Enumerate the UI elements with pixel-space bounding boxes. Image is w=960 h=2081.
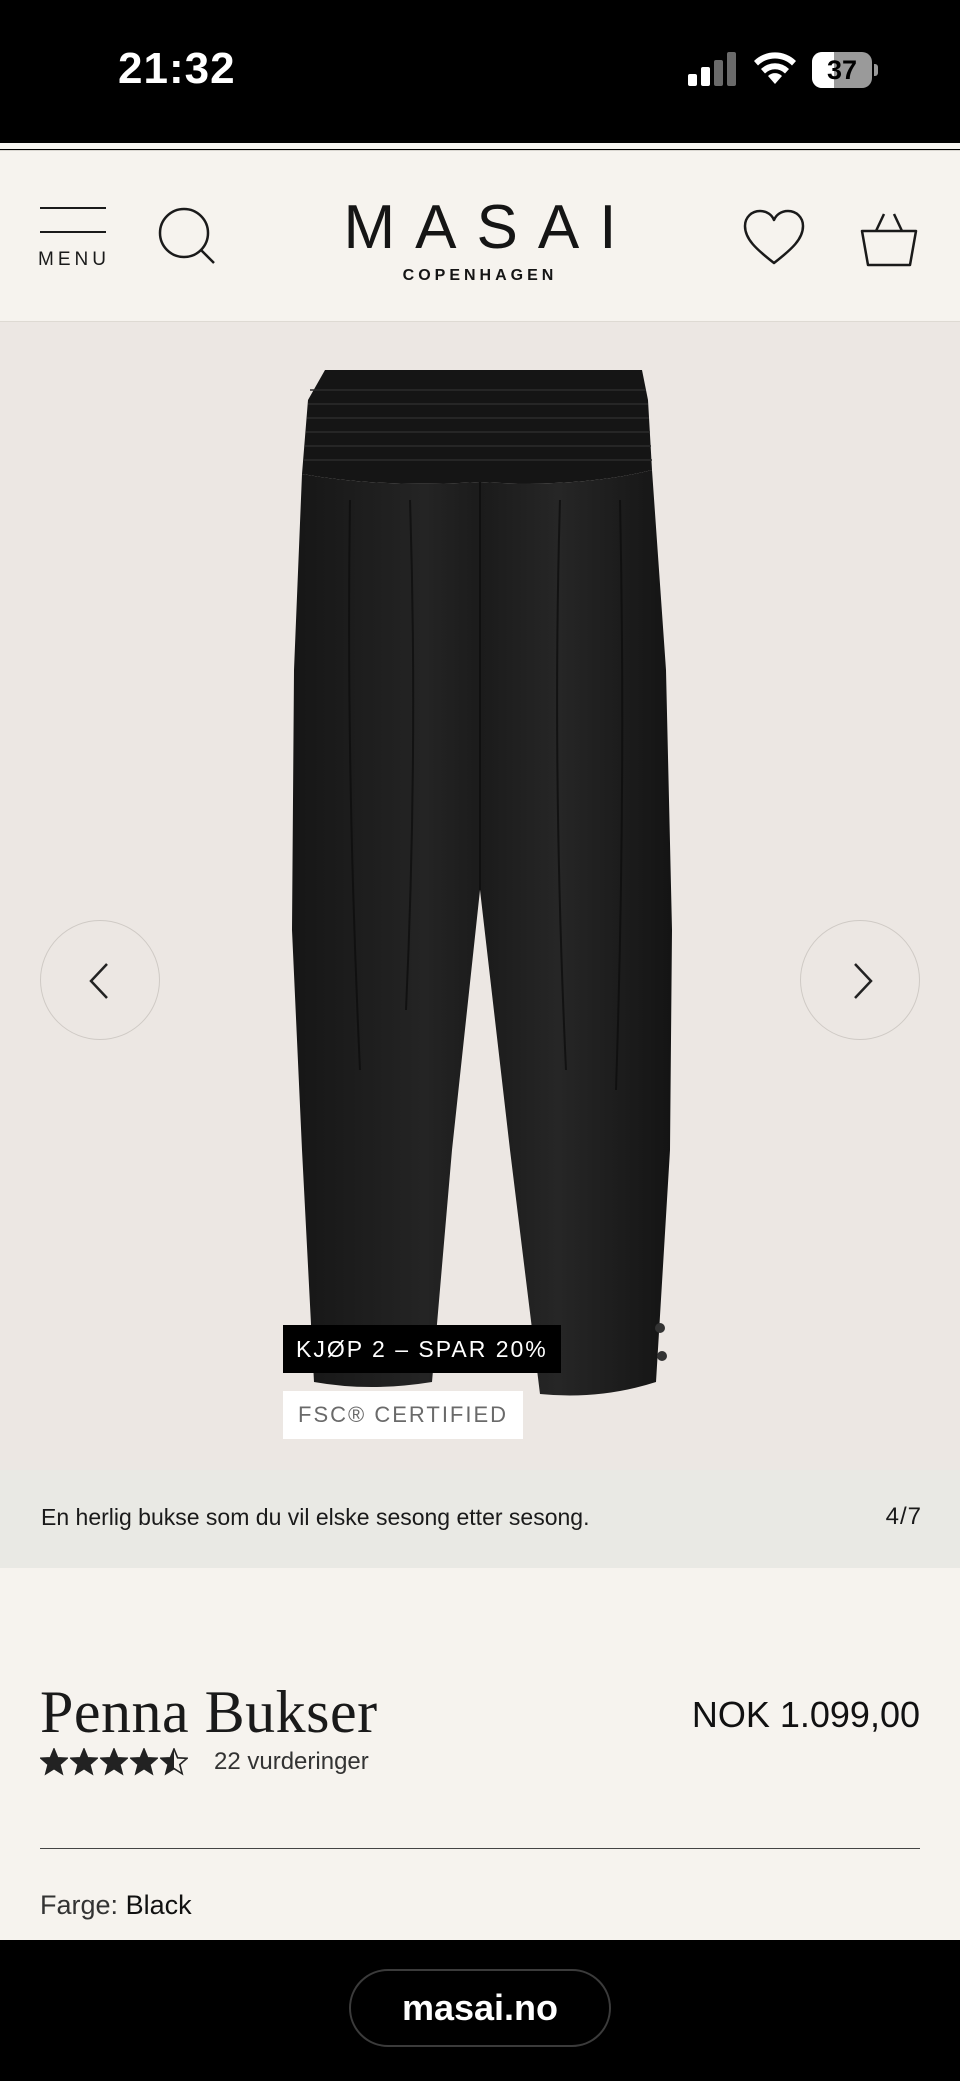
site-header: MENU MASAI COPENHAGEN: [0, 150, 960, 322]
star-filled-icon: [100, 1748, 128, 1776]
battery-indicator: 37: [812, 52, 878, 88]
menu-button[interactable]: MENU: [38, 207, 112, 273]
status-bar: 21:32 37: [0, 0, 960, 143]
color-label: Farge:: [40, 1890, 119, 1920]
product-info: Penna Bukser NOK 1.099,00 22 vurderinger…: [0, 1568, 960, 1940]
next-image-button[interactable]: [800, 920, 920, 1040]
product-title: Penna Bukser: [40, 1679, 378, 1745]
menu-label: MENU: [38, 249, 110, 270]
brand-name: MASAI: [343, 193, 637, 262]
star-filled-icon: [70, 1748, 98, 1776]
basket-icon: [860, 213, 918, 267]
product-gallery[interactable]: KJØP 2 – SPAR 20% FSC® CERTIFIED: [0, 322, 960, 1470]
heart-icon: [743, 209, 805, 265]
star-filled-icon: [40, 1748, 68, 1776]
wishlist-button[interactable]: [742, 209, 806, 267]
color-selector-label: Farge: Black: [40, 1890, 192, 1921]
cart-button[interactable]: [860, 211, 918, 267]
product-image: [292, 370, 672, 1396]
rating-stars: [40, 1748, 188, 1776]
star-filled-icon: [130, 1748, 158, 1776]
certification-badge: FSC® CERTIFIED: [283, 1391, 524, 1439]
product-rating[interactable]: 22 vurderinger: [40, 1744, 369, 1780]
battery-level: 37: [826, 55, 858, 85]
image-counter: 4/7: [885, 1503, 922, 1530]
offer-badge: KJØP 2 – SPAR 20%: [283, 1325, 561, 1373]
image-caption: En herlig bukse som du vil elske sesong …: [41, 1504, 590, 1530]
product-price: NOK 1.099,00: [691, 1694, 920, 1735]
cellular-signal-icon: [688, 52, 736, 86]
brand-subtitle: COPENHAGEN: [402, 267, 558, 284]
gallery-caption-bar: En herlig bukse som du vil elske sesong …: [0, 1470, 960, 1568]
color-value: Black: [125, 1890, 192, 1920]
hamburger-icon: [40, 207, 106, 209]
chevron-right-icon: [854, 963, 873, 999]
star-half-icon: [160, 1748, 188, 1776]
brand-logo[interactable]: MASAI COPENHAGEN: [300, 195, 660, 285]
chevron-left-icon: [89, 963, 108, 999]
review-count[interactable]: 22 vurderinger: [214, 1748, 369, 1776]
section-divider: [40, 1848, 920, 1849]
header-top-strip: [0, 143, 960, 149]
address-bar[interactable]: masai.no: [349, 1969, 611, 2047]
search-button[interactable]: [158, 207, 218, 267]
hamburger-icon-line: [40, 231, 106, 233]
status-time: 21:32: [118, 44, 236, 93]
wifi-icon: [754, 52, 796, 84]
search-icon: [158, 207, 215, 264]
browser-bottom-bar: masai.no: [0, 1940, 960, 2081]
previous-image-button[interactable]: [40, 920, 160, 1040]
